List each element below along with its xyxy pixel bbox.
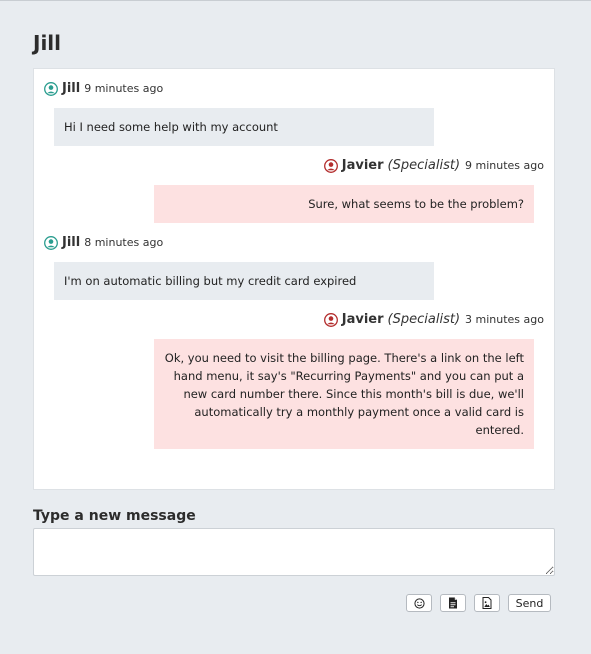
message-time: 9 minutes ago [465, 159, 544, 172]
message-time: 8 minutes ago [84, 236, 164, 249]
sender-name: Jill [62, 235, 81, 250]
page-title: Jill [33, 31, 62, 55]
message-header: Jill 8 minutes ago [44, 235, 163, 250]
user-icon [323, 312, 338, 327]
sender-name: Javier [341, 312, 384, 327]
sender-name: Javier [341, 158, 384, 173]
top-border [0, 0, 591, 1]
send-button[interactable]: Send [508, 594, 551, 612]
user-icon [323, 158, 338, 173]
message-header: Jill 9 minutes ago [44, 81, 163, 96]
message-bubble: Ok, you need to visit the billing page. … [154, 339, 534, 449]
message-bubble: Sure, what seems to be the problem? [154, 185, 534, 223]
message-input[interactable] [33, 528, 555, 576]
sender-name: Jill [62, 81, 81, 96]
sender-role: (Specialist) [387, 312, 461, 327]
image-icon [482, 597, 492, 609]
message-header: Javier (Specialist) 3 minutes ago [323, 312, 544, 327]
message-thread: Jill 9 minutes ago Hi I need some help w… [33, 68, 555, 490]
document-icon [448, 597, 458, 609]
sender-role: (Specialist) [387, 158, 461, 173]
message-bubble: Hi I need some help with my account [54, 108, 434, 146]
message-time: 9 minutes ago [84, 82, 164, 95]
message-time: 3 minutes ago [465, 313, 544, 326]
emoji-button[interactable] [406, 594, 432, 612]
message-bubble: I'm on automatic billing but my credit c… [54, 262, 434, 300]
message-header: Javier (Specialist) 9 minutes ago [323, 158, 544, 173]
user-icon [44, 81, 58, 96]
attach-file-button[interactable] [440, 594, 466, 612]
smiley-icon [413, 597, 425, 609]
composer-label: Type a new message [33, 508, 196, 524]
user-icon [44, 235, 58, 250]
attach-image-button[interactable] [474, 594, 500, 612]
